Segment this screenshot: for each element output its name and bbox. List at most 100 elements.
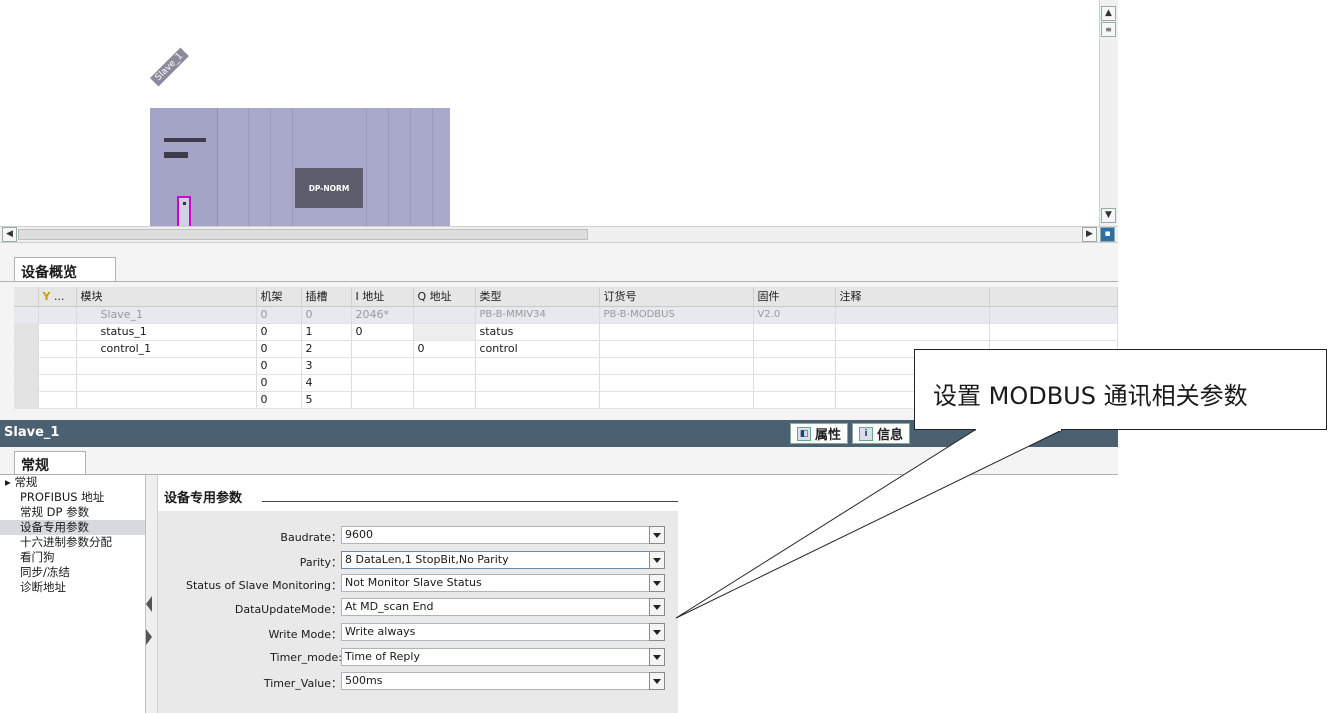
- slave-monitoring-dropdown[interactable]: Not Monitor Slave Status: [341, 574, 665, 592]
- column-header-i-address[interactable]: I 地址: [351, 287, 414, 307]
- nav-item-general[interactable]: ▸ 常规: [0, 475, 145, 490]
- row-icon-cell: [38, 374, 77, 392]
- cell-slot: 3: [301, 357, 352, 375]
- cell-module[interactable]: [76, 357, 257, 375]
- baudrate-dropdown[interactable]: 9600: [341, 526, 665, 544]
- chevron-down-icon[interactable]: [649, 623, 665, 641]
- row-icon-cell: [38, 323, 77, 341]
- chevron-down-icon[interactable]: [649, 648, 665, 666]
- row-header[interactable]: [14, 323, 39, 341]
- scroll-left-icon[interactable]: ◀: [2, 227, 17, 242]
- cell-spare: [989, 306, 1118, 324]
- cell-module[interactable]: [76, 391, 257, 409]
- cell-slot: 5: [301, 391, 352, 409]
- scroll-up-icon[interactable]: ▲: [1101, 6, 1116, 21]
- section-title: 设备专用参数: [164, 491, 243, 506]
- param-value: Time of Reply: [345, 650, 420, 663]
- cell-module[interactable]: Slave_1: [76, 306, 257, 324]
- cell-comment[interactable]: [835, 323, 990, 341]
- tab-info-label: 信息: [877, 428, 904, 443]
- cell-firmware: [753, 357, 836, 375]
- tab-info[interactable]: i 信息: [852, 423, 911, 444]
- param-row-slave-monitoring: Status of Slave Monitoring： Not Monitor …: [158, 574, 678, 594]
- timer-mode-dropdown[interactable]: Time of Reply: [341, 648, 665, 666]
- column-header-comment[interactable]: 注释: [835, 287, 990, 307]
- device-view-horizontal-scrollbar[interactable]: ◀ ▶ ▪: [0, 226, 1118, 243]
- cell-q-address[interactable]: [413, 306, 476, 324]
- collapse-left-icon[interactable]: [146, 596, 152, 612]
- cell-i-address[interactable]: 2046*: [351, 306, 414, 324]
- scroll-thumb[interactable]: ≡: [1101, 22, 1116, 37]
- column-header-q-address[interactable]: Q 地址: [413, 287, 476, 307]
- dp-norm-module[interactable]: DP-NORM: [295, 168, 363, 208]
- device-name-label[interactable]: Slave_1: [150, 47, 189, 87]
- cell-module[interactable]: [76, 374, 257, 392]
- column-header-module[interactable]: 模块: [76, 287, 257, 307]
- param-row-baudrate: Baudrate： 9600: [158, 526, 678, 546]
- param-label: Status of Slave Monitoring：: [185, 579, 342, 592]
- profibus-connector-icon[interactable]: [177, 196, 191, 228]
- cell-order-number: [599, 374, 754, 392]
- cell-comment[interactable]: [835, 306, 990, 324]
- param-value: 500ms: [345, 674, 383, 687]
- cell-module[interactable]: status_1: [76, 323, 257, 341]
- nav-item-device-specific-params[interactable]: 设备专用参数: [0, 520, 145, 535]
- filter-icon[interactable]: Y: [43, 290, 51, 303]
- nav-item-profibus-address[interactable]: PROFIBUS 地址: [0, 490, 145, 505]
- table-row[interactable]: status_1 0 1 0 status: [14, 323, 1118, 341]
- nav-item-diagnostic-address[interactable]: 诊断地址: [0, 580, 145, 595]
- chevron-down-icon[interactable]: [649, 574, 665, 592]
- row-header[interactable]: [14, 306, 39, 324]
- device-view-canvas[interactable]: Slave_1 DP-NORM: [0, 0, 1118, 228]
- table-row[interactable]: Slave_1 0 0 2046* PB-B-MMIV34 PB-B-MODBU…: [14, 306, 1118, 324]
- data-update-mode-dropdown[interactable]: At MD_scan End: [341, 598, 665, 616]
- cell-q-address[interactable]: 0: [413, 340, 476, 358]
- column-header-rack[interactable]: 机架: [256, 287, 302, 307]
- filter-column-header[interactable]: Y ...: [38, 287, 77, 307]
- nav-item-hex-param-assignment[interactable]: 十六进制参数分配: [0, 535, 145, 550]
- column-header-order-number[interactable]: 订货号: [599, 287, 754, 307]
- row-header[interactable]: [14, 391, 39, 409]
- expand-right-icon[interactable]: [146, 629, 152, 645]
- cell-slot: 4: [301, 374, 352, 392]
- slot-divider: [388, 108, 389, 228]
- slot-divider: [292, 108, 293, 228]
- head-module[interactable]: [150, 108, 218, 228]
- chevron-down-icon[interactable]: [649, 598, 665, 616]
- callout-text: 设置 MODBUS 通讯相关参数: [933, 382, 1248, 410]
- scroll-right-icon[interactable]: ▶: [1082, 227, 1097, 242]
- row-header[interactable]: [14, 340, 39, 358]
- chevron-down-icon[interactable]: [649, 526, 665, 544]
- tab-properties-label: 属性: [815, 428, 842, 443]
- nav-item-sync-freeze[interactable]: 同步/冻结: [0, 565, 145, 580]
- nav-item-general-dp-params[interactable]: 常规 DP 参数: [0, 505, 145, 520]
- row-header[interactable]: [14, 357, 39, 375]
- device-view-vertical-scrollbar[interactable]: ▲ ≡ ▼: [1099, 0, 1118, 226]
- nav-item-watchdog[interactable]: 看门狗: [0, 550, 145, 565]
- column-header-type[interactable]: 类型: [475, 287, 600, 307]
- timer-value-dropdown[interactable]: 500ms: [341, 672, 665, 690]
- cell-i-address[interactable]: 0: [351, 323, 414, 341]
- device-rack[interactable]: DP-NORM: [150, 108, 450, 228]
- overview-navigation-icon[interactable]: ▪: [1100, 227, 1115, 242]
- inspector-nav: ▸ 常规 PROFIBUS 地址 常规 DP 参数 设备专用参数 十六进制参数分…: [0, 475, 146, 713]
- chevron-down-icon[interactable]: [649, 551, 665, 569]
- slot-divider: [366, 108, 367, 228]
- nav-splitter[interactable]: [146, 475, 158, 713]
- chevron-down-icon[interactable]: [649, 672, 665, 690]
- column-header-spare: [989, 287, 1118, 307]
- scroll-down-icon[interactable]: ▼: [1101, 208, 1116, 223]
- tab-device-overview[interactable]: 设备概览: [14, 257, 116, 282]
- row-header[interactable]: [14, 374, 39, 392]
- cell-module[interactable]: control_1: [76, 340, 257, 358]
- horizontal-scroll-thumb[interactable]: [18, 229, 588, 240]
- tab-properties[interactable]: ◧ 属性: [790, 423, 849, 444]
- cell-slot: 2: [301, 340, 352, 358]
- cell-order-number: [599, 357, 754, 375]
- write-mode-dropdown[interactable]: Write always: [341, 623, 665, 641]
- row-icon-cell: [38, 357, 77, 375]
- parity-dropdown[interactable]: 8 DataLen,1 StopBit,No Parity: [341, 551, 665, 569]
- tab-general[interactable]: 常规: [14, 451, 86, 475]
- column-header-slot[interactable]: 插槽: [301, 287, 352, 307]
- column-header-firmware[interactable]: 固件: [753, 287, 836, 307]
